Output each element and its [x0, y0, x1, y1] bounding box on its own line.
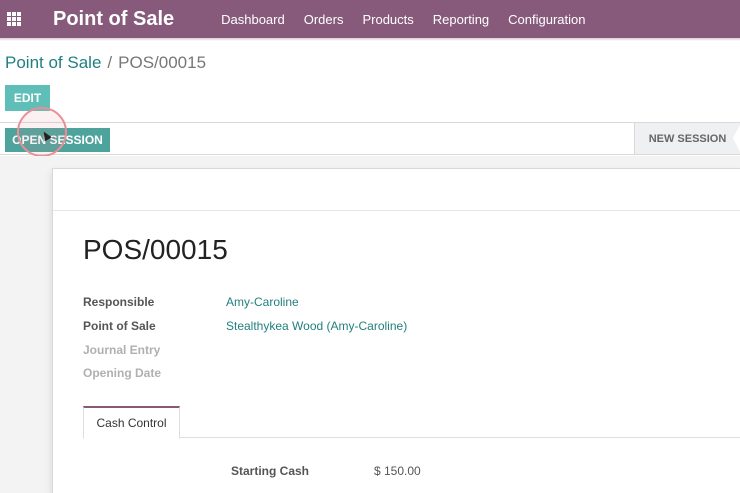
main-menu: Dashboard Orders Products Reporting Conf… — [221, 12, 604, 27]
menu-dashboard[interactable]: Dashboard — [221, 12, 285, 27]
field-value-responsible[interactable]: Amy-Caroline — [226, 295, 299, 309]
field-value-point-of-sale[interactable]: Stealthykea Wood (Amy-Caroline) — [226, 319, 407, 333]
breadcrumb: Point of Sale / POS/00015 — [5, 53, 206, 73]
apps-grid-icon[interactable] — [7, 12, 21, 26]
navbar-shadow — [0, 38, 740, 41]
field-label-opening-date: Opening Date — [83, 366, 162, 380]
menu-configuration[interactable]: Configuration — [508, 12, 585, 27]
breadcrumb-separator: / — [107, 53, 113, 72]
field-label-journal-entry: Journal Entry — [83, 343, 161, 357]
field-label-point-of-sale: Point of Sale — [83, 319, 156, 333]
field-label-responsible: Responsible — [83, 295, 155, 309]
tab-cash-control[interactable]: Cash Control — [83, 406, 180, 439]
menu-orders[interactable]: Orders — [304, 12, 344, 27]
breadcrumb-parent-link[interactable]: Point of Sale — [5, 53, 101, 72]
status-stage-new-session[interactable]: NEW SESSION — [634, 123, 740, 154]
sheet-divider — [53, 210, 740, 211]
starting-cash-label: Starting Cash — [231, 464, 310, 478]
menu-reporting[interactable]: Reporting — [433, 12, 489, 27]
form-sheet: POS/00015 Responsible Amy-Caroline Point… — [52, 168, 740, 493]
menu-products[interactable]: Products — [362, 12, 413, 27]
starting-cash-value: $ 150.00 — [374, 464, 421, 478]
app-title[interactable]: Point of Sale — [53, 8, 174, 31]
record-title: POS/00015 — [83, 234, 228, 265]
notebook-tabs: Cash Control — [83, 406, 740, 439]
breadcrumb-current: POS/00015 — [118, 53, 207, 72]
top-navbar: Point of Sale Dashboard Orders Products … — [0, 0, 740, 38]
status-bar: OPEN SESSION NEW SESSION — [0, 122, 740, 155]
